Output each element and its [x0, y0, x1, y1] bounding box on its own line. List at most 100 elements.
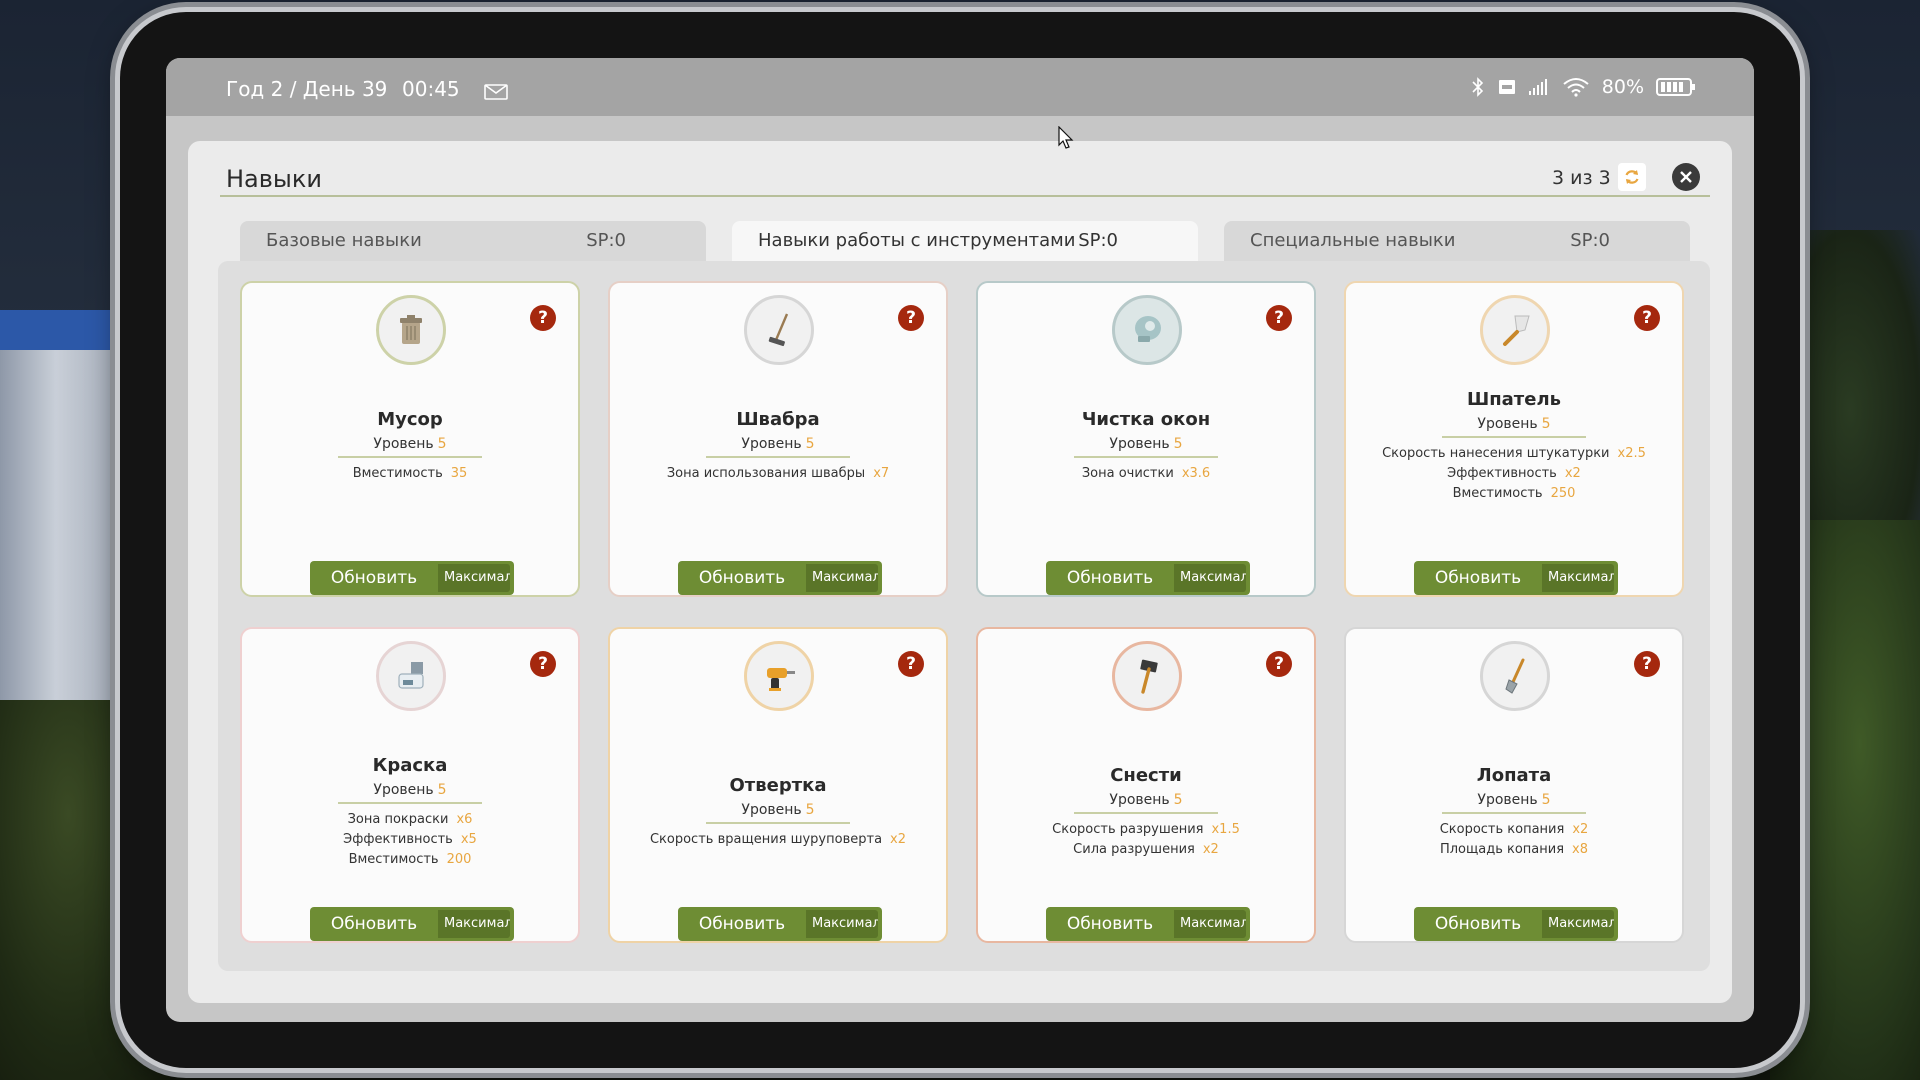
game-date: Год 2 / День 39	[226, 77, 388, 101]
trash-can-icon	[400, 315, 422, 344]
tab-tool-skills[interactable]: Навыки работы с инструментами SP:0	[732, 221, 1198, 261]
upgrade-controls: Обновить Максимальный	[678, 907, 882, 941]
skill-info: Мусор Уровень 5 Вместимость 35	[242, 409, 578, 484]
skill-level: Уровень 5	[338, 436, 482, 458]
skill-icon-frame	[744, 641, 814, 711]
upgrade-controls: Обновить Максимальный	[310, 907, 514, 941]
spatula-icon	[1503, 315, 1530, 346]
help-button[interactable]: ?	[1266, 305, 1292, 331]
skill-name: Мусор	[377, 409, 443, 430]
skill-name: Шпатель	[1466, 389, 1562, 410]
skill-card-window-cleaning: ? Чистка окон Уровень 5 Зона очистки x3.6 …	[976, 281, 1316, 597]
title-divider	[220, 195, 1710, 197]
max-button[interactable]: Максимальный	[1174, 564, 1246, 592]
help-button[interactable]: ?	[898, 305, 924, 331]
skill-level: Уровень 5	[706, 436, 850, 458]
help-button[interactable]: ?	[1266, 651, 1292, 677]
tab-label: Базовые навыки	[266, 230, 422, 251]
skill-card-shovel: ? Лопата Уровень 5 Скорость копания x2 Пло…	[1344, 627, 1684, 943]
tab-label: Навыки работы с инструментами	[758, 230, 1076, 251]
max-button[interactable]: Максимальный	[1174, 910, 1246, 938]
update-button[interactable]: Обновить	[1046, 907, 1174, 941]
tab-sp: SP:0	[1570, 230, 1610, 251]
stat-row: Вместимость 250	[1452, 486, 1576, 501]
update-button[interactable]: Обновить	[1414, 907, 1542, 941]
skill-card-trash: ? Мусор Уровень 5 Вместимость 35 Обновить …	[240, 281, 580, 597]
tab-special-skills[interactable]: Специальные навыки SP:0	[1224, 221, 1690, 261]
max-button[interactable]: Максимальный	[1542, 910, 1614, 938]
skill-stats: Зона очистки x3.6	[978, 464, 1314, 484]
upgrade-controls: Обновить Максимальный	[678, 561, 882, 595]
stat-row: Сила разрушения x2	[1073, 842, 1219, 857]
stat-row: Эффективность x2	[1447, 466, 1581, 481]
bluetooth-icon	[1472, 77, 1483, 97]
max-button[interactable]: Максимальный	[806, 564, 878, 592]
skill-name: Отвертка	[729, 775, 827, 796]
shovel-icon	[1505, 658, 1525, 694]
wifi-icon	[1563, 78, 1589, 97]
stat-row: Скорость разрушения x1.5	[1052, 822, 1240, 837]
skill-card-spatula: ? Шпатель Уровень 5 Скорость нанесения шт…	[1344, 281, 1684, 597]
skill-name: Краска	[372, 755, 448, 776]
skill-stats: Скорость разрушения x1.5 Сила разрушения x…	[978, 820, 1314, 860]
update-button[interactable]: Обновить	[310, 907, 438, 941]
help-button[interactable]: ?	[1634, 651, 1660, 677]
help-button[interactable]: ?	[530, 651, 556, 677]
help-button[interactable]: ?	[898, 651, 924, 677]
stat-row: Зона использования швабры x7	[666, 466, 890, 481]
skill-info: Швабра Уровень 5 Зона использования швабр…	[610, 409, 946, 484]
update-button[interactable]: Обновить	[1414, 561, 1542, 595]
mouse-cursor-icon	[1058, 126, 1074, 149]
skill-icon-frame	[744, 295, 814, 365]
help-button[interactable]: ?	[530, 305, 556, 331]
tab-basic-skills[interactable]: Базовые навыки SP:0	[240, 221, 706, 261]
tablet-device: Год 2 / День 39 00:45 80% Навыки 3 из 3 …	[120, 12, 1800, 1068]
page-counter: 3 из 3	[1552, 167, 1611, 189]
upgrade-controls: Обновить Максимальный	[1046, 907, 1250, 941]
stat-row: Скорость нанесения штукатурки x2.5	[1382, 446, 1646, 461]
skill-info: Чистка окон Уровень 5 Зона очистки x3.6	[978, 409, 1314, 484]
max-button[interactable]: Максимальный	[1542, 564, 1614, 592]
stat-row: Эффективность x5	[343, 832, 477, 847]
upgrade-controls: Обновить Максимальный	[1414, 561, 1618, 595]
skill-stats: Скорость нанесения штукатурки x2.5 Эффект…	[1346, 444, 1682, 504]
mop-icon	[768, 313, 789, 347]
skill-name: Чистка окон	[1081, 409, 1211, 430]
skill-icon-frame	[1112, 641, 1182, 711]
skill-info: Шпатель Уровень 5 Скорость нанесения штук…	[1346, 389, 1682, 504]
skill-stats: Зона покраски x6 Эффективность x5 Вместимо…	[242, 810, 578, 870]
skill-info: Отвертка Уровень 5 Скорость вращения шуру…	[610, 775, 946, 850]
tab-label: Специальные навыки	[1250, 230, 1456, 251]
max-button[interactable]: Максимальный	[806, 910, 878, 938]
skill-level: Уровень 5	[1074, 436, 1218, 458]
skill-icon-frame	[1480, 641, 1550, 711]
refresh-button[interactable]	[1618, 163, 1646, 191]
paint-bucket-icon	[398, 662, 424, 689]
sledgehammer-icon	[1140, 659, 1158, 694]
stat-row: Скорость копания x2	[1439, 822, 1589, 837]
drill-icon	[767, 668, 795, 691]
skill-icon-frame	[376, 641, 446, 711]
mail-icon[interactable]	[484, 84, 508, 100]
sim-card-icon	[1498, 80, 1515, 94]
update-button[interactable]: Обновить	[678, 561, 806, 595]
update-button[interactable]: Обновить	[678, 907, 806, 941]
skill-level: Уровень 5	[1442, 792, 1586, 814]
max-button[interactable]: Максимальный	[438, 564, 510, 592]
close-icon	[1680, 171, 1692, 183]
stat-row: Площадь копания x8	[1439, 842, 1589, 857]
update-button[interactable]: Обновить	[310, 561, 438, 595]
skill-stats: Скорость копания x2 Площадь копания x8	[1346, 820, 1682, 860]
skill-icon-frame	[1480, 295, 1550, 365]
max-button[interactable]: Максимальный	[438, 910, 510, 938]
help-button[interactable]: ?	[1634, 305, 1660, 331]
game-time: 00:45	[402, 77, 460, 101]
skill-card-demolish: ? Снести Уровень 5 Скорость разрушения x1.…	[976, 627, 1316, 943]
skill-name: Снести	[1110, 765, 1182, 786]
tab-sp: SP:0	[1078, 230, 1118, 251]
close-button[interactable]	[1672, 163, 1700, 191]
update-button[interactable]: Обновить	[1046, 561, 1174, 595]
skill-stats: Скорость вращения шуруповерта x2	[610, 830, 946, 850]
page-title: Навыки	[226, 165, 322, 193]
skill-level: Уровень 5	[706, 802, 850, 824]
